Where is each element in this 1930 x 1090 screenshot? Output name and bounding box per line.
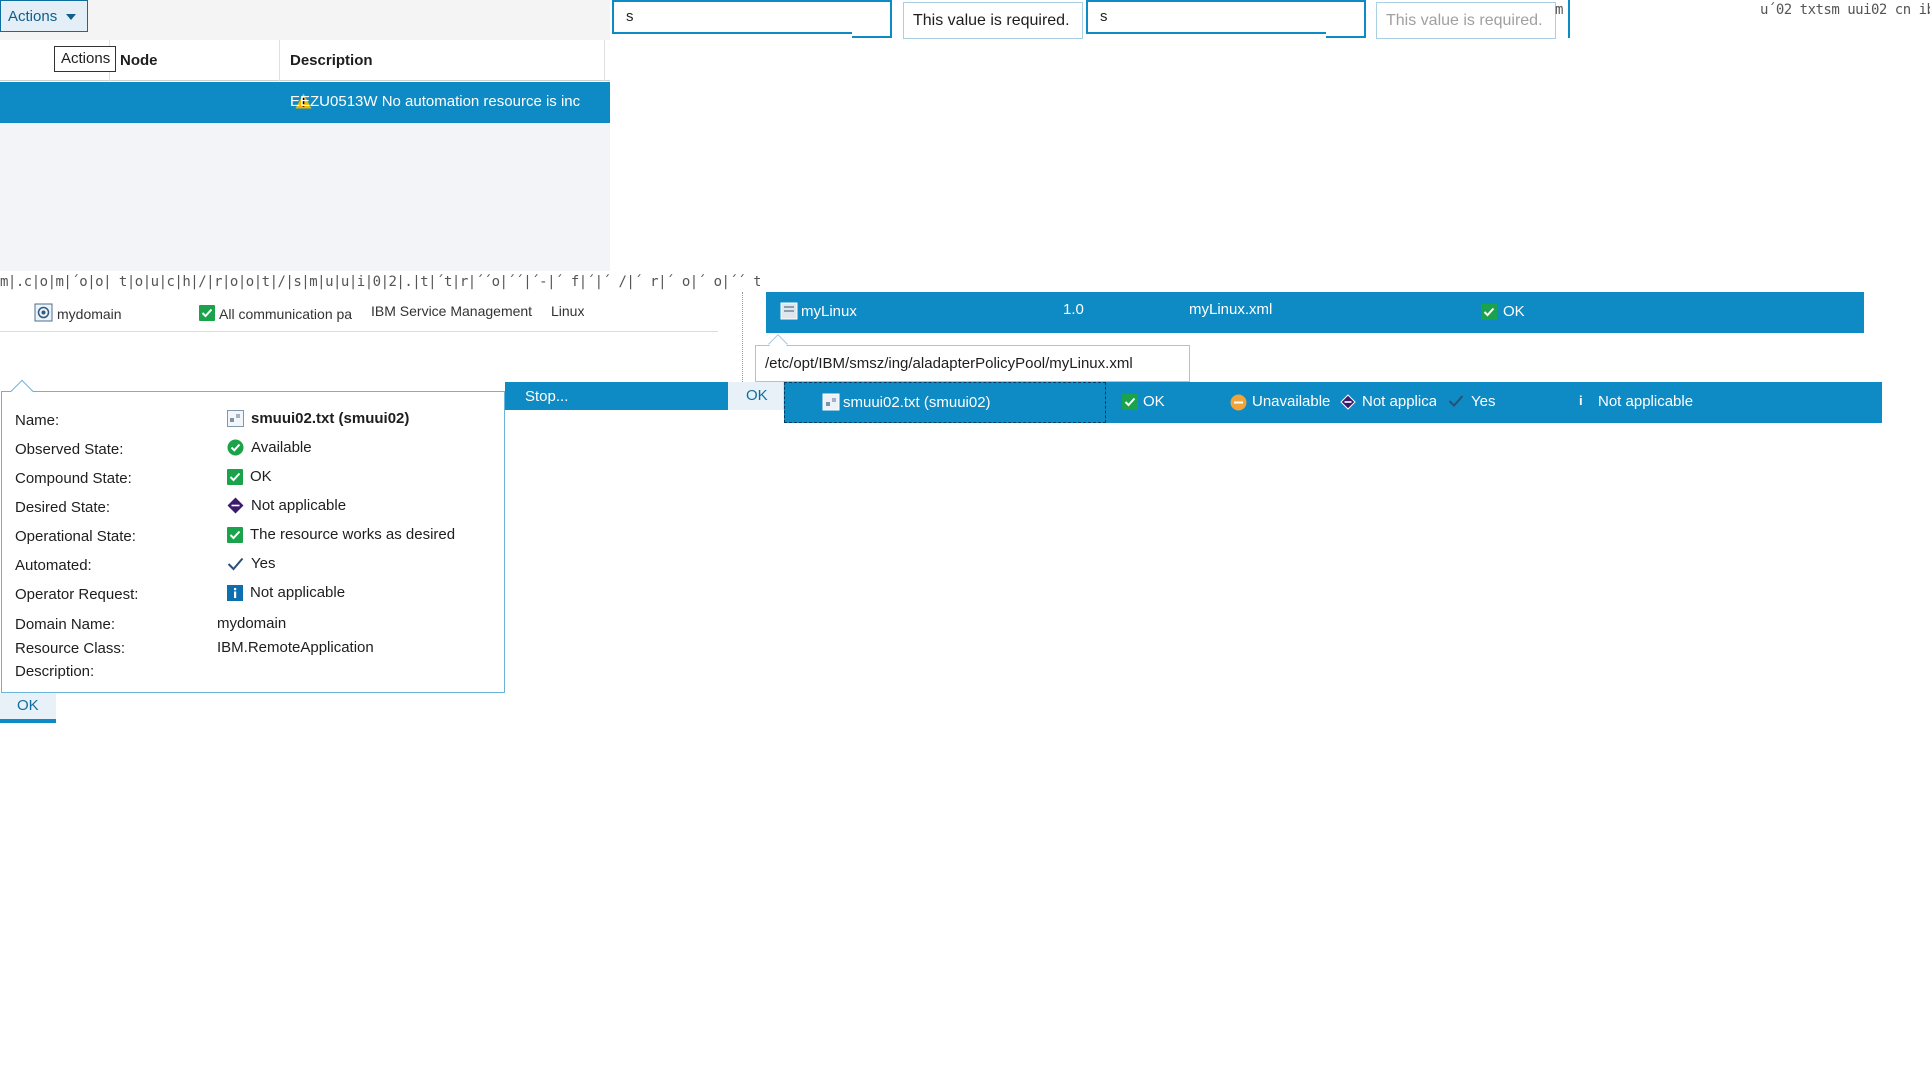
- desired-state: Not applica: [1362, 393, 1436, 410]
- value-desired-text: Not applicable: [251, 497, 347, 514]
- actions-tooltip: Actions: [54, 46, 116, 72]
- value-operational: The resource works as desired: [227, 526, 455, 543]
- policy-file: myLinux.xml: [1189, 301, 1273, 318]
- domain-name: mydomain: [57, 306, 122, 322]
- label-compound: Compound State:: [15, 470, 132, 487]
- actions-label: Actions: [8, 8, 58, 25]
- value-compound-text: OK: [250, 468, 272, 485]
- product-name: IBM Service Management: [371, 303, 533, 319]
- value-name: smuui02.txt (smuui02): [227, 410, 409, 427]
- value-operational-text: The resource works as desired: [250, 526, 456, 543]
- value-request: Not applicable: [227, 584, 345, 601]
- resource-icon: [227, 410, 244, 427]
- text-input-1-value: s: [626, 8, 634, 25]
- info-icon: i: [1579, 393, 1583, 408]
- value-compound: OK: [227, 468, 272, 485]
- garbled-top-right: u´02 txtsm uui02 cn ib: [1760, 2, 1930, 18]
- label-name: Name:: [15, 412, 60, 429]
- operator-request: Not applicable: [1598, 393, 1694, 410]
- communication-status: All communication pa: [219, 306, 353, 322]
- policy-state: OK: [1503, 303, 1525, 320]
- resource-name: smuui02.txt (smuui02): [843, 394, 991, 411]
- popup-arrow: [10, 379, 34, 403]
- input-divider: [1568, 0, 1570, 38]
- check-icon: [1481, 304, 1497, 321]
- automated-state: Yes: [1471, 393, 1496, 410]
- available-icon: [227, 439, 244, 456]
- label-class: Resource Class:: [15, 640, 126, 657]
- policy-version: 1.0: [1063, 301, 1084, 318]
- warning-message: EEZU0513W No automation resource is inc: [290, 93, 581, 110]
- check-icon: [227, 468, 243, 485]
- ok-button[interactable]: OK: [0, 693, 56, 723]
- path-tooltip: /etc/opt/IBM/smsz/ing/aladapterPolicyPoo…: [755, 345, 1190, 382]
- label-request: Operator Request:: [15, 586, 139, 603]
- label-automated: Automated:: [15, 557, 92, 574]
- value-class: IBM.RemoteApplication: [217, 639, 374, 656]
- input-2-right-edge: [1326, 0, 1366, 38]
- grid-header-description[interactable]: Description: [280, 40, 605, 81]
- policy-row-mylinux[interactable]: myLinux 1.0 myLinux.xml OK: [766, 292, 1864, 333]
- check-icon: [1122, 394, 1138, 411]
- input-1-right-edge: [852, 0, 892, 38]
- resource-name-cell[interactable]: smuui02.txt (smuui02): [784, 382, 1106, 423]
- value-automated: Yes: [227, 555, 275, 572]
- garbled-m: m: [1555, 2, 1563, 18]
- label-description: Description:: [15, 663, 95, 680]
- ok-button-small[interactable]: OK: [728, 382, 784, 410]
- label-domain: Domain Name:: [15, 616, 116, 633]
- domain-icon: [34, 303, 53, 325]
- separator: [742, 292, 743, 382]
- compound-state: OK: [1143, 393, 1165, 410]
- text-input-2[interactable]: s: [1086, 2, 1326, 34]
- check-icon: [227, 526, 243, 543]
- value-automated-text: Yes: [251, 555, 276, 572]
- text-input-2-value: s: [1100, 8, 1108, 25]
- required-tooltip-2: This value is required.: [1376, 2, 1556, 39]
- resource-icon: [822, 393, 840, 415]
- observed-state: Unavailable: [1252, 393, 1331, 410]
- policy-name: myLinux: [801, 303, 857, 320]
- unavailable-icon: [1230, 394, 1247, 415]
- stop-button[interactable]: Stop...: [505, 382, 731, 410]
- resource-row[interactable]: smuui02.txt (smuui02) OK Unavailable Not…: [784, 382, 1882, 423]
- value-name-text: smuui02.txt (smuui02): [251, 410, 410, 427]
- value-observed-text: Available: [251, 439, 312, 456]
- garbled-path-line: m|.c|o|m|´o|o| t|o|u|c|h|/|r|o|o|t|/|s|m…: [0, 274, 760, 290]
- diamond-icon: [1340, 394, 1356, 414]
- text-input-1[interactable]: s: [612, 2, 852, 34]
- checkmark-icon: [1448, 394, 1464, 412]
- checkmark-icon: [227, 557, 244, 571]
- check-icon: [199, 305, 215, 321]
- chevron-down-icon: [66, 14, 76, 20]
- label-operational: Operational State:: [15, 528, 136, 545]
- value-request-text: Not applicable: [250, 584, 346, 601]
- actions-menu-button[interactable]: Actions: [0, 0, 88, 32]
- label-desired: Desired State:: [15, 499, 111, 516]
- value-domain: mydomain: [217, 615, 287, 632]
- os-name: Linux: [551, 303, 585, 319]
- value-desired: Not applicable: [227, 497, 346, 514]
- label-observed: Observed State:: [15, 441, 124, 458]
- value-observed: Available: [227, 439, 312, 456]
- top-toolbar: [0, 0, 610, 40]
- warning-row[interactable]: EEZU0513W No automation resource is inc: [0, 82, 610, 123]
- diamond-icon: [227, 497, 244, 514]
- info-icon: [227, 584, 243, 601]
- required-tooltip-1: This value is required.: [903, 2, 1083, 39]
- domain-row[interactable]: mydomain All communication pa IBM Servic…: [0, 296, 718, 332]
- grid-header-node[interactable]: Node: [110, 40, 280, 81]
- grid-empty-body: [0, 123, 610, 271]
- resource-details-popup: Name: smuui02.txt (smuui02) Observed Sta…: [1, 379, 505, 693]
- policy-icon: [780, 302, 798, 324]
